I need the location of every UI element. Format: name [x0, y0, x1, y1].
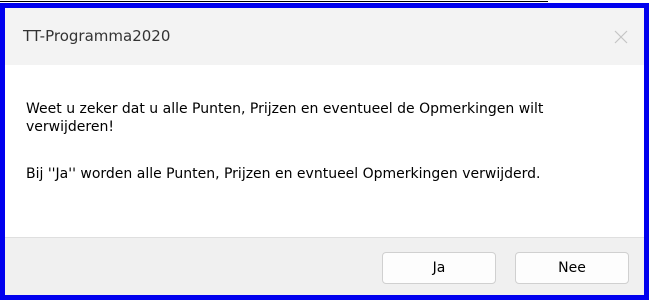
dialog-content: Weet u zeker dat u alle Punten, Prijzen … [5, 65, 644, 237]
confirm-question: Weet u zeker dat u alle Punten, Prijzen … [26, 101, 544, 135]
dialog-footer: Ja Nee [5, 237, 644, 295]
close-icon [614, 30, 628, 44]
screen: TT-Programma2020 Weet u zeker dat u alle… [0, 0, 649, 300]
dialog-titlebar: TT-Programma2020 [5, 8, 644, 65]
dialog-title: TT-Programma2020 [23, 27, 171, 45]
close-button[interactable] [598, 8, 644, 65]
top-divider-line [0, 1, 548, 2]
message-dialog: TT-Programma2020 Weet u zeker dat u alle… [0, 3, 649, 300]
yes-button[interactable]: Ja [382, 252, 496, 284]
no-button[interactable]: Nee [515, 252, 629, 284]
confirm-explanation: Bij ''Ja'' worden alle Punten, Prijzen e… [26, 166, 541, 182]
